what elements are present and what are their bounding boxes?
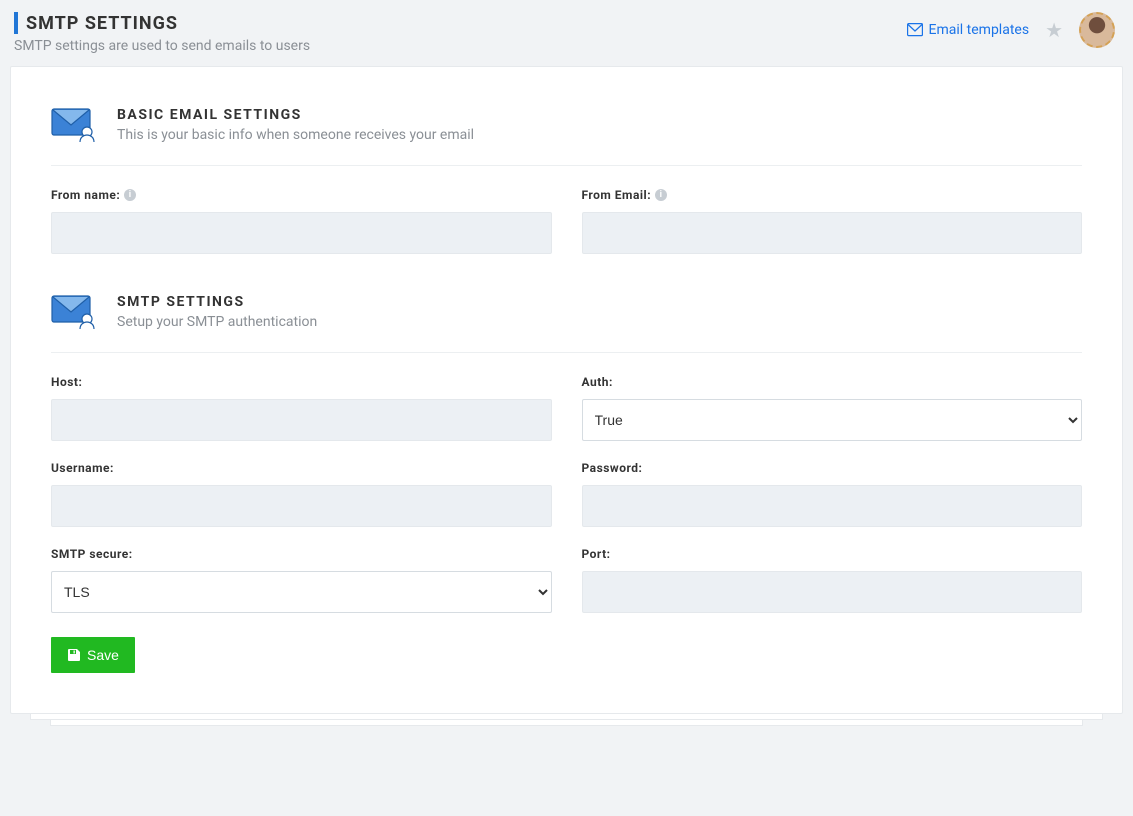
field-from-name: From name: i [51,188,552,254]
auth-select[interactable]: True [582,399,1083,441]
section-smtp-desc: Setup your SMTP authentication [117,314,317,330]
password-input[interactable] [582,485,1083,527]
envelope-user-icon [51,107,97,143]
auth-label: Auth: [582,375,1083,389]
username-input[interactable] [51,485,552,527]
save-button-label: Save [87,647,119,663]
field-host: Host: [51,375,552,441]
username-label: Username: [51,461,552,475]
section-basic-title: BASIC EMAIL SETTINGS [117,107,474,123]
save-button[interactable]: Save [51,637,135,673]
section-smtp: SMTP SETTINGS Setup your SMTP authentica… [51,294,1082,673]
info-icon[interactable]: i [655,189,667,201]
section-basic-email: BASIC EMAIL SETTINGS This is your basic … [51,107,1082,254]
host-input[interactable] [51,399,552,441]
host-label: Host: [51,375,552,389]
avatar[interactable] [1079,12,1115,48]
field-smtp-secure: SMTP secure: TLS [51,547,552,613]
page-title: SMTP SETTINGS [26,13,178,34]
info-icon[interactable]: i [124,189,136,201]
field-port: Port: [582,547,1083,613]
save-icon [67,648,81,662]
password-label: Password: [582,461,1083,475]
email-templates-label: Email templates [929,22,1030,38]
envelope-icon [907,23,923,37]
port-label: Port: [582,547,1083,561]
from-name-input[interactable] [51,212,552,254]
smtp-secure-label: SMTP secure: [51,547,552,561]
main-card: BASIC EMAIL SETTINGS This is your basic … [10,66,1123,714]
header-accent-bar [14,12,18,34]
field-username: Username: [51,461,552,527]
from-email-label: From Email: i [582,188,1083,202]
from-email-input[interactable] [582,212,1083,254]
from-name-label: From name: i [51,188,552,202]
page-header: SMTP SETTINGS SMTP settings are used to … [10,0,1123,66]
section-basic-desc: This is your basic info when someone rec… [117,127,474,143]
card-shadow-2 [50,720,1083,726]
section-smtp-title: SMTP SETTINGS [117,294,317,310]
star-icon[interactable]: ★ [1045,18,1063,42]
field-password: Password: [582,461,1083,527]
envelope-user-icon [51,294,97,330]
field-from-email: From Email: i [582,188,1083,254]
port-input[interactable] [582,571,1083,613]
field-auth: Auth: True [582,375,1083,441]
email-templates-link[interactable]: Email templates [907,22,1030,38]
page-subtitle: SMTP settings are used to send emails to… [14,38,310,54]
smtp-secure-select[interactable]: TLS [51,571,552,613]
